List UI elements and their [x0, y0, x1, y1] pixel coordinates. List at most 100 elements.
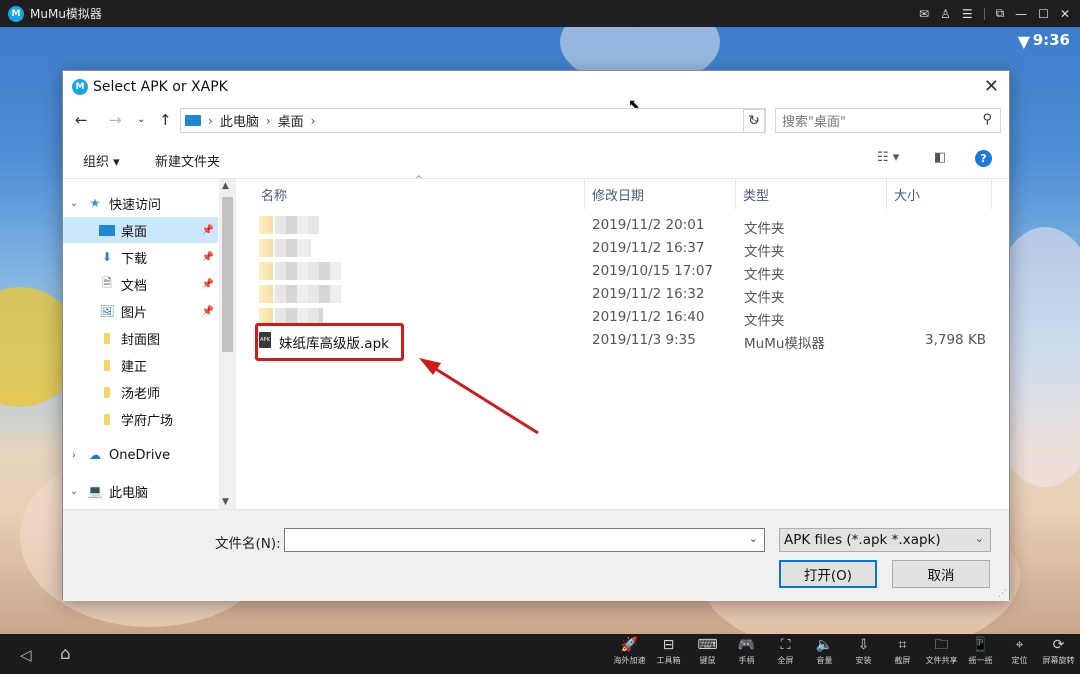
help-icon[interactable]: ? — [975, 150, 992, 167]
chevron-down-icon[interactable]: ⌄ — [975, 532, 984, 545]
nav-pictures[interactable]: 🖼 图片 📌 — [63, 298, 218, 324]
toolbar-label: 摇一摇 — [968, 656, 993, 665]
toolbar-label: 安装 — [855, 656, 872, 665]
filename-input[interactable]: ⌄ — [284, 528, 765, 552]
toolbar-label: 工具箱 — [656, 656, 681, 665]
toolbar-button-volume[interactable]: 🔈 音量 — [805, 636, 844, 672]
up-button[interactable]: ↑ — [159, 111, 172, 129]
file-row[interactable]: 2019/11/2 20:01 文件夹 — [255, 214, 995, 237]
navigation-pane: ⌄ ★ 快速访问 桌面 📌 ⬇ 下载 📌 🗎 文档 📌 🖼 图片 📌 封面图 建… — [63, 179, 239, 509]
back-button[interactable]: ← — [75, 111, 88, 129]
resize-grip-icon[interactable]: ⋰ — [998, 589, 1007, 599]
toolbar-button-rotate[interactable]: ⟳ 屏幕旋转 — [1039, 636, 1078, 672]
chevron-down-icon[interactable]: ⌄ — [67, 486, 81, 497]
toolbar-button-apk-install[interactable]: ⇩ 安装 — [844, 636, 883, 672]
search-icon[interactable]: ⚲ — [982, 112, 992, 127]
breadcrumb-this-pc[interactable]: 此电脑 — [220, 111, 259, 130]
new-folder-button[interactable]: 新建文件夹 — [155, 151, 220, 170]
dialog-close-button[interactable]: ✕ — [984, 76, 999, 97]
column-date[interactable]: 修改日期 — [592, 185, 644, 204]
cancel-button[interactable]: 取消 — [892, 560, 990, 588]
dialog-titlebar: M Select APK or XAPK ✕ — [63, 71, 1009, 103]
star-icon: ★ — [89, 196, 101, 210]
toolbar-label: 全屏 — [777, 656, 794, 665]
breadcrumb-desktop[interactable]: 桌面 — [278, 111, 304, 130]
toolbox-icon: ⊟ — [662, 637, 675, 653]
toolbar-button-folder-share[interactable]: 🗀 文件共享 — [922, 636, 961, 672]
folder-icon — [259, 262, 273, 280]
nav-folder-cover[interactable]: 封面图 — [63, 325, 218, 351]
mail-icon[interactable]: ✉ — [919, 7, 929, 21]
file-type-select[interactable]: APK files (*.apk *.xapk) ⌄ — [779, 528, 991, 552]
gamepad-icon: 🎮 — [737, 637, 756, 653]
android-back-icon[interactable]: ◁ — [20, 646, 32, 664]
chevron-down-icon[interactable]: ⌄ — [67, 198, 81, 209]
fullscreen-icon: ⛶ — [780, 637, 791, 653]
filename-label: 文件名(N): — [215, 536, 281, 552]
toolbar-button-rocket[interactable]: 🚀 海外加速 — [610, 636, 649, 672]
document-icon: 🗎 — [102, 275, 112, 290]
nav-downloads[interactable]: ⬇ 下载 📌 — [63, 244, 218, 270]
close-icon[interactable]: ✕ — [1060, 7, 1070, 21]
minimize-icon[interactable]: — — [1015, 7, 1027, 21]
command-bar: 组织 ▾ 新建文件夹 ☷ ▾ ◧ ? — [63, 145, 1009, 173]
nav-this-pc[interactable]: ⌄ 💻 此电脑 — [63, 478, 218, 504]
file-row[interactable]: 2019/11/2 16:32 文件夹 — [255, 283, 995, 306]
android-home-icon[interactable]: ⌂ — [60, 644, 71, 664]
search-input[interactable]: 搜索"桌面" ⚲ — [775, 108, 1001, 133]
nav-folder-plaza[interactable]: 学府广场 — [63, 406, 218, 432]
nav-desktop[interactable]: 桌面 📌 — [63, 217, 218, 243]
scroll-down-icon[interactable]: ▼ — [222, 497, 229, 507]
view-options-icon[interactable]: ☷ ▾ — [877, 150, 899, 165]
column-name[interactable]: 名称 — [261, 185, 287, 204]
scrollbar-thumb[interactable] — [222, 197, 233, 352]
user-icon[interactable]: ♙ — [940, 7, 951, 21]
nav-onedrive[interactable]: › ☁ OneDrive — [63, 442, 218, 468]
folder-icon — [99, 358, 115, 372]
menu-icon[interactable]: ☰ — [962, 7, 973, 21]
refresh-button[interactable]: ↻ — [743, 109, 765, 133]
toolbar-button-shake[interactable]: 📱 摇一摇 — [961, 636, 1000, 672]
toolbar-button-location[interactable]: ⌖ 定位 — [1000, 636, 1039, 672]
toolbar-button-keyboard[interactable]: ⌨ 键鼠 — [688, 636, 727, 672]
nav-documents[interactable]: 🗎 文档 📌 — [63, 271, 218, 297]
file-row[interactable]: 2019/10/15 17:07 文件夹 — [255, 260, 995, 283]
folder-icon — [259, 239, 273, 257]
toolbar-button-fullscreen[interactable]: ⛶ 全屏 — [766, 636, 805, 672]
open-button[interactable]: 打开(O) — [779, 560, 877, 588]
scroll-up-icon[interactable]: ▲ — [222, 181, 229, 191]
blurred-filename — [275, 262, 341, 280]
toolbar-label: 海外加速 — [613, 656, 646, 665]
blurred-filename — [275, 239, 311, 257]
preview-pane-icon[interactable]: ◧ — [934, 150, 946, 165]
download-icon: ⬇ — [101, 250, 113, 264]
tool-row: 🚀 海外加速 ⊟ 工具箱 ⌨ 键鼠 🎮 手柄 ⛶ 全屏 🔈 音量 ⇩ 安装 ⌗ 截屏 🗀 文件共享 📱 摇一摇 ⌖ 定位 ⟳… — [610, 636, 1078, 672]
emulator-titlebar: M MuMu模拟器 ✉ ♙ ☰ ⧉ — ☐ ✕ — [0, 0, 1080, 27]
forward-button[interactable]: → — [109, 111, 122, 129]
maximize-icon[interactable]: ☐ — [1038, 7, 1049, 21]
sort-ascending-icon: ^ — [415, 175, 423, 185]
column-size[interactable]: 大小 — [894, 185, 920, 204]
folder-icon — [99, 385, 115, 399]
location-icon: ⌖ — [1015, 637, 1024, 653]
file-open-dialog: M Select APK or XAPK ✕ ⬉ ← → ⌄ ↑ › 此电脑 ›… — [62, 70, 1010, 601]
screen-icon[interactable]: ⧉ — [996, 6, 1005, 21]
column-type[interactable]: 类型 — [743, 185, 769, 204]
toolbar-button-toolbox[interactable]: ⊟ 工具箱 — [649, 636, 688, 672]
toolbar-button-crop[interactable]: ⌗ 截屏 — [883, 636, 922, 672]
folder-icon — [99, 412, 115, 426]
rocket-icon: 🚀 — [620, 637, 639, 653]
recent-locations-button[interactable]: ⌄ — [137, 114, 145, 125]
nav-folder-jianzheng[interactable]: 建正 — [63, 352, 218, 378]
chevron-right-icon[interactable]: › — [67, 450, 81, 461]
toolbar-label: 键鼠 — [699, 656, 716, 665]
desktop-icon — [185, 115, 201, 126]
chevron-down-icon[interactable]: ⌄ — [749, 532, 758, 545]
toolbar-button-gamepad[interactable]: 🎮 手柄 — [727, 636, 766, 672]
organize-button[interactable]: 组织 ▾ — [83, 151, 120, 170]
nav-scrollbar[interactable]: ▲ ▼ — [219, 179, 236, 509]
address-bar[interactable]: › 此电脑 › 桌面 › ⌄ — [180, 108, 766, 133]
file-row[interactable]: 2019/11/2 16:37 文件夹 — [255, 237, 995, 260]
nav-folder-teacher[interactable]: 汤老师 — [63, 379, 218, 405]
nav-quick-access[interactable]: ⌄ ★ 快速访问 — [63, 190, 218, 216]
